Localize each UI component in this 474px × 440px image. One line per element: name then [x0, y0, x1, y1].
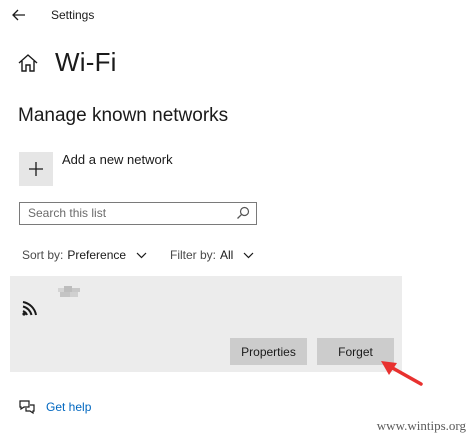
filter-dropdown[interactable]: Filter by: All [170, 248, 254, 262]
chevron-down-icon [136, 252, 147, 258]
sort-dropdown[interactable]: Sort by: Preference [22, 248, 147, 262]
network-name-redacted [58, 286, 80, 300]
annotation-arrow-icon [381, 361, 423, 386]
help-chat-icon [19, 400, 35, 415]
search-icon[interactable] [236, 206, 250, 220]
page-title: Wi-Fi [55, 47, 117, 77]
plus-icon [29, 162, 43, 176]
sort-label: Sort by: [22, 248, 64, 262]
add-network-button[interactable] [19, 152, 53, 186]
chevron-down-icon [243, 252, 254, 258]
filter-label: Filter by: [170, 248, 217, 262]
sort-value: Preference [67, 248, 127, 262]
watermark: www.wintips.org [376, 418, 466, 433]
search-input[interactable] [20, 203, 238, 223]
known-network-item[interactable]: Properties Forget [10, 276, 402, 372]
back-arrow-icon [12, 9, 25, 21]
get-help-link[interactable]: Get help [46, 400, 91, 414]
wifi-signal-icon [22, 301, 37, 316]
section-title: Manage known networks [18, 105, 229, 126]
window-title: Settings [51, 8, 95, 22]
add-network-label[interactable]: Add a new network [62, 152, 173, 167]
back-button[interactable] [10, 6, 28, 24]
properties-button[interactable]: Properties [230, 338, 307, 365]
home-icon [18, 54, 38, 72]
filter-value: All [220, 248, 234, 262]
search-box [19, 202, 257, 225]
